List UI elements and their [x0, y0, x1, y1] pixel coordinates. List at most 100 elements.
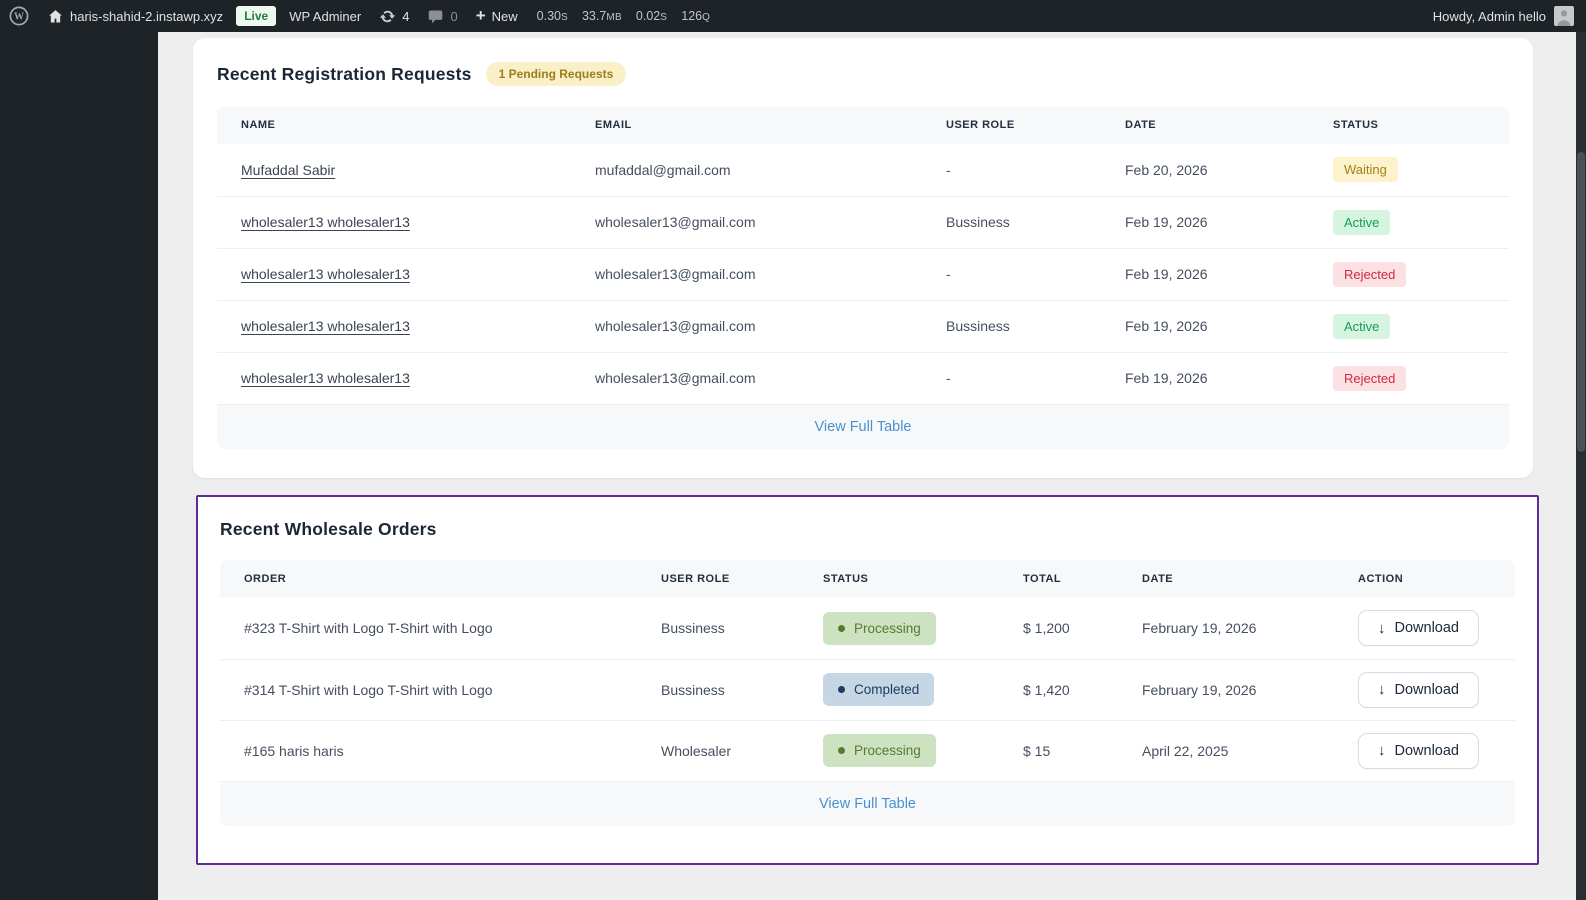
admin-bar-right: Howdy, Admin hello	[1424, 0, 1586, 32]
email-cell: wholesaler13@gmail.com	[571, 195, 922, 248]
pending-requests-badge: 1 Pending Requests	[485, 62, 627, 86]
table-row: #314 T-Shirt with Logo T-Shirt with Logo…	[220, 658, 1515, 720]
user-role-cell: Bussiness	[922, 299, 1101, 352]
download-button[interactable]: ↓ Download	[1358, 610, 1479, 647]
admin-sidebar	[0, 32, 158, 900]
email-cell: wholesaler13@gmail.com	[571, 299, 922, 352]
column-header-user-role: USER ROLE	[637, 560, 799, 598]
user-name-link[interactable]: wholesaler13 wholesaler13	[241, 370, 410, 386]
column-header-order: ORDER	[220, 560, 637, 598]
howdy-account-menu[interactable]: Howdy, Admin hello	[1424, 0, 1586, 32]
table-row: wholesaler13 wholesaler13 wholesaler13@g…	[217, 299, 1509, 352]
user-role-cell: Bussiness	[637, 658, 799, 720]
memory-stat: 33.7MB	[581, 9, 622, 23]
column-header-user-role: USER ROLE	[922, 106, 1101, 144]
table-row: wholesaler13 wholesaler13 wholesaler13@g…	[217, 351, 1509, 404]
order-cell: #323 T-Shirt with Logo T-Shirt with Logo	[244, 620, 493, 637]
user-role-cell: Bussiness	[661, 620, 725, 637]
date-cell: February 19, 2026	[1142, 620, 1257, 637]
total-cell: $ 1,200	[1023, 620, 1070, 637]
user-role-cell: -	[922, 351, 1101, 404]
table-row: #165 haris haris Wholesaler Processing $…	[220, 719, 1515, 781]
main-content: Recent Registration Requests 1 Pending R…	[158, 32, 1576, 900]
admin-bar: W haris-shahid-2.instawp.xyz Live WP Adm…	[0, 0, 1586, 32]
date-cell: Feb 19, 2026	[1101, 195, 1309, 248]
update-icon	[379, 8, 396, 25]
date-cell: April 22, 2025	[1118, 719, 1334, 781]
user-name-link[interactable]: Mufaddal Sabir	[241, 162, 335, 178]
view-full-table-link[interactable]: View Full Table	[819, 796, 916, 812]
total-cell: $ 15	[999, 719, 1118, 781]
orders-table-header-row: ORDER USER ROLE STATUS TOTAL DATE ACTION	[220, 560, 1515, 598]
comments-link[interactable]: 0	[418, 0, 466, 32]
column-header-status: STATUS	[799, 560, 999, 598]
download-icon: ↓	[1378, 681, 1386, 698]
user-name-link[interactable]: wholesaler13 wholesaler13	[241, 214, 410, 230]
user-role-cell: -	[946, 161, 951, 178]
column-header-name: NAME	[217, 106, 571, 144]
orders-card-header: Recent Wholesale Orders	[220, 519, 1515, 540]
date-cell: Feb 20, 2026	[1125, 161, 1208, 178]
email-cell: wholesaler13@gmail.com	[571, 247, 922, 300]
plus-icon: +	[475, 5, 486, 25]
performance-stats[interactable]: 0.30s 33.7MB 0.02s 126Q	[527, 9, 721, 23]
view-full-table-link[interactable]: View Full Table	[815, 419, 912, 435]
scrollbar[interactable]	[1576, 32, 1586, 900]
status-badge: Rejected	[1333, 365, 1407, 391]
table-row: wholesaler13 wholesaler13 wholesaler13@g…	[217, 195, 1509, 248]
column-header-action: ACTION	[1334, 560, 1515, 598]
comment-icon	[427, 8, 444, 25]
page-time-stat: 0.30s	[536, 9, 568, 23]
user-name-link[interactable]: wholesaler13 wholesaler13	[241, 318, 410, 334]
status-badge: Rejected	[1333, 261, 1407, 287]
email-cell: wholesaler13@gmail.com	[571, 351, 922, 404]
download-button[interactable]: ↓ Download	[1358, 732, 1479, 769]
column-header-status: STATUS	[1309, 106, 1509, 144]
user-role-cell: -	[922, 247, 1101, 300]
howdy-label: Howdy, Admin hello	[1432, 8, 1546, 24]
user-role-cell: Bussiness	[922, 195, 1101, 248]
download-button[interactable]: ↓ Download	[1358, 671, 1479, 708]
query-count-stat: 126Q	[681, 9, 711, 23]
svg-text:W: W	[14, 12, 24, 23]
avatar	[1554, 6, 1574, 26]
status-badge: Active	[1333, 209, 1391, 235]
site-name-link[interactable]: haris-shahid-2.instawp.xyz	[38, 0, 232, 32]
order-cell: #314 T-Shirt with Logo T-Shirt with Logo	[220, 658, 637, 720]
new-label: New	[491, 8, 518, 24]
registration-table-footer: View Full Table	[217, 404, 1509, 449]
scrollbar-thumb[interactable]	[1577, 152, 1585, 452]
status-badge: Active	[1333, 313, 1391, 339]
email-cell: mufaddal@gmail.com	[595, 161, 731, 178]
registration-table-header-row: NAME EMAIL USER ROLE DATE STATUS	[217, 106, 1509, 144]
user-role-cell: Wholesaler	[637, 719, 799, 781]
wp-adminer-link[interactable]: WP Adminer	[280, 0, 370, 32]
table-row: #323 T-Shirt with Logo T-Shirt with Logo…	[220, 598, 1515, 659]
user-name-link[interactable]: wholesaler13 wholesaler13	[241, 266, 410, 282]
date-cell: Feb 19, 2026	[1101, 247, 1309, 300]
updates-link[interactable]: 4	[370, 0, 418, 32]
new-content-link[interactable]: + New	[467, 0, 527, 32]
site-name-label: haris-shahid-2.instawp.xyz	[70, 8, 224, 24]
registration-card-header: Recent Registration Requests 1 Pending R…	[217, 62, 1509, 86]
admin-bar-left: W haris-shahid-2.instawp.xyz Live WP Adm…	[0, 0, 720, 32]
status-badge: Processing	[823, 611, 936, 645]
orders-table: ORDER USER ROLE STATUS TOTAL DATE ACTION…	[220, 560, 1515, 781]
comment-count: 0	[450, 8, 458, 24]
date-cell: February 19, 2026	[1118, 658, 1334, 720]
total-cell: $ 1,420	[999, 658, 1118, 720]
registration-table: NAME EMAIL USER ROLE DATE STATUS Mufadda…	[217, 106, 1509, 404]
download-icon: ↓	[1378, 742, 1386, 760]
column-header-email: EMAIL	[571, 106, 922, 144]
update-count: 4	[402, 8, 410, 24]
orders-table-footer: View Full Table	[220, 781, 1515, 826]
column-header-total: TOTAL	[999, 560, 1118, 598]
home-icon	[47, 8, 64, 25]
table-row: wholesaler13 wholesaler13 wholesaler13@g…	[217, 247, 1509, 300]
column-header-date: DATE	[1101, 106, 1309, 144]
live-badge[interactable]: Live	[236, 6, 277, 26]
orders-card-title: Recent Wholesale Orders	[220, 519, 437, 539]
wholesale-orders-card: Recent Wholesale Orders ORDER USER ROLE …	[196, 495, 1539, 865]
registration-card-title: Recent Registration Requests	[217, 63, 472, 84]
wordpress-logo-icon[interactable]: W	[0, 0, 38, 32]
